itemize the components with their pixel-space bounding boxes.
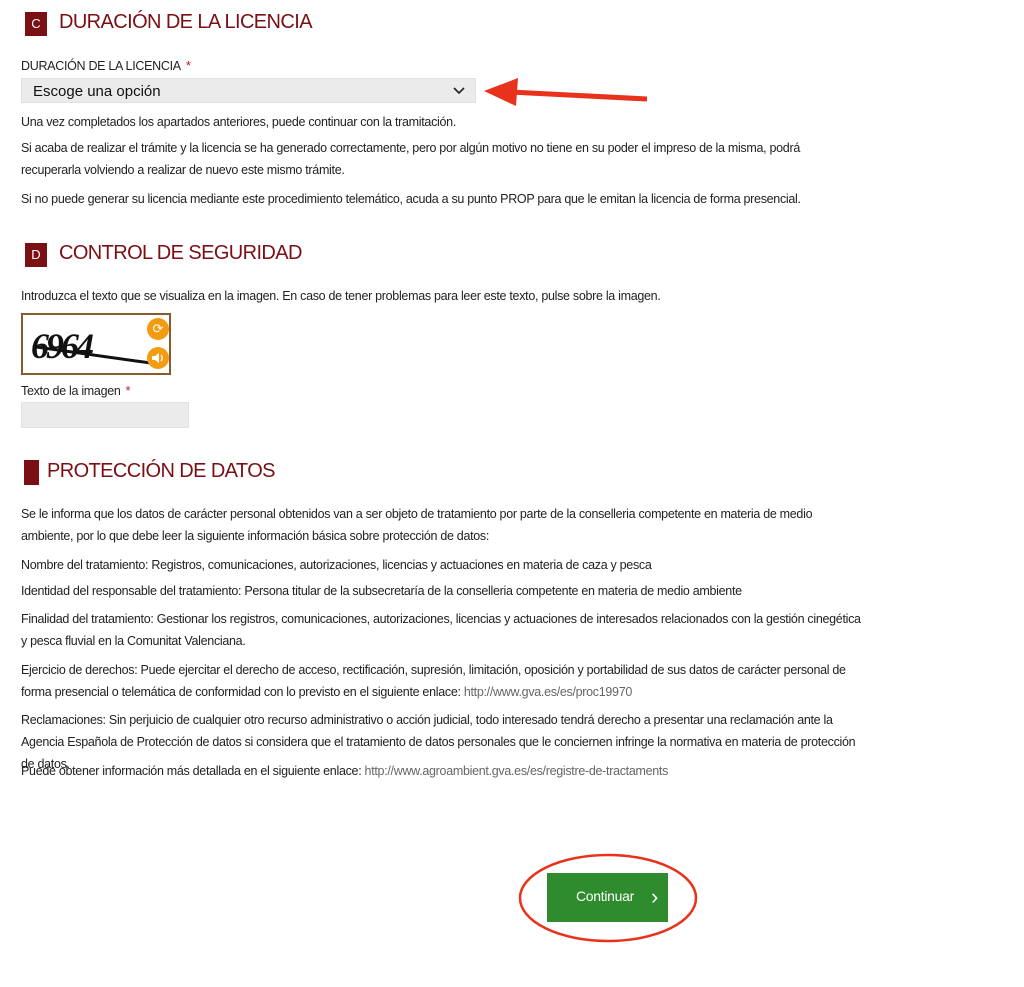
license-duration-label-text: DURACIÓN DE LA LICENCIA xyxy=(21,59,181,73)
chevron-right-icon: › xyxy=(651,884,659,909)
license-duration-select[interactable]: Escoge una opción xyxy=(21,78,476,103)
privacy-paragraph-1: Se le informa que los datos de carácter … xyxy=(21,507,813,543)
captcha-image[interactable]: 6964 ⟳ xyxy=(21,313,171,375)
captcha-text-input[interactable] xyxy=(21,402,189,428)
privacy-paragraph-7-text: Puede obtener información más detallada … xyxy=(21,764,365,778)
continue-button[interactable]: Continuar › xyxy=(547,873,668,922)
section-c-title: DURACIÓN DE LA LICENCIA xyxy=(59,11,313,33)
section-d-badge: D xyxy=(25,243,47,267)
captcha-text-label-text: Texto de la imagen xyxy=(21,384,121,398)
captcha-text-label: Texto de la imagen * xyxy=(21,383,131,398)
required-mark: * xyxy=(185,58,191,73)
privacy-paragraph-5-text: Ejercicio de derechos: Puede ejercitar e… xyxy=(21,663,846,699)
privacy-paragraph-4: Finalidad del tratamiento: Gestionar los… xyxy=(21,612,861,648)
privacy-section-marker xyxy=(24,460,39,485)
required-mark: * xyxy=(125,383,131,398)
privacy-paragraph-3: Identidad del responsable del tratamient… xyxy=(21,584,742,598)
refresh-icon[interactable]: ⟳ xyxy=(147,318,169,340)
privacy-title: PROTECCIÓN DE DATOS xyxy=(47,460,275,482)
info-paragraph-1: Una vez completados los apartados anteri… xyxy=(21,115,456,129)
privacy-paragraph-7: Puede obtener información más detallada … xyxy=(21,760,861,782)
info-paragraph-2: Si acaba de realizar el trámite y la lic… xyxy=(21,141,800,177)
info-paragraph-3: Si no puede generar su licencia mediante… xyxy=(21,192,801,206)
section-c-badge: C xyxy=(25,12,47,36)
privacy-paragraph-5: Ejercicio de derechos: Puede ejercitar e… xyxy=(21,659,861,703)
annotation-arrow xyxy=(484,78,648,106)
license-duration-label: DURACIÓN DE LA LICENCIA * xyxy=(21,58,191,73)
continue-button-label: Continuar xyxy=(576,888,635,904)
section-d-title: CONTROL DE SEGURIDAD xyxy=(59,242,302,264)
registry-link[interactable]: http://www.agroambient.gva.es/es/registr… xyxy=(365,764,669,778)
captcha-instructions: Introduzca el texto que se visualiza en … xyxy=(21,289,661,303)
speaker-icon[interactable] xyxy=(147,347,169,369)
privacy-paragraph-2: Nombre del tratamiento: Registros, comun… xyxy=(21,558,652,572)
license-duration-select-value: Escoge una opción xyxy=(33,83,161,100)
chevron-down-icon xyxy=(453,83,465,98)
rights-link[interactable]: http://www.gva.es/es/proc19970 xyxy=(464,685,632,699)
